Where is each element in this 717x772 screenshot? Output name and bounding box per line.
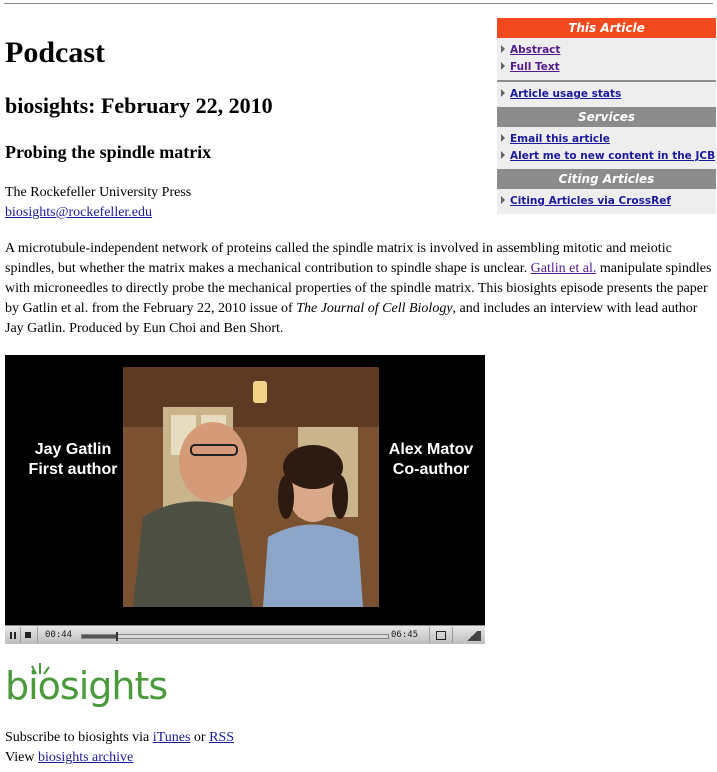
biosights-logo: biosights: [5, 664, 168, 708]
full-text-link[interactable]: Full Text: [510, 61, 560, 73]
services-header: Services: [497, 107, 716, 127]
article-usage-stats-link[interactable]: Article usage stats: [510, 88, 621, 100]
triangle-bullet-icon: [501, 89, 505, 97]
triangle-bullet-icon: [501, 62, 505, 70]
triangle-bullet-icon: [501, 196, 505, 204]
fullscreen-icon[interactable]: [435, 628, 447, 642]
authors-illustration: [123, 367, 379, 607]
stats-list: Article usage stats: [497, 82, 716, 107]
current-time: 00:44: [45, 630, 73, 640]
player-controls: 00:44 06:45: [5, 625, 485, 644]
this-article-header: This Article: [497, 18, 716, 38]
sidebar-item-full-text: Full Text: [501, 59, 716, 76]
sidebar-item-alert: Alert me to new content in the JCB: [501, 148, 716, 165]
subscribe-text: Subscribe to biosights via: [5, 730, 153, 745]
seek-bar[interactable]: [81, 632, 389, 641]
view-text: View: [5, 750, 38, 765]
journal-name: The Journal of Cell Biology: [296, 301, 453, 316]
authors-photo: [123, 367, 379, 607]
subscribe-line: Subscribe to biosights via iTunes or RSS: [5, 728, 234, 748]
co-author-role: Co-author: [392, 461, 470, 478]
episode-date-heading: biosights: February 22, 2010: [5, 93, 273, 118]
control-divider: [37, 627, 38, 643]
publisher-name: The Rockefeller University Press: [5, 185, 192, 200]
video-frame[interactable]: Jay Gatlin First author Alex Matov Co-au…: [5, 355, 485, 625]
fullscreen-box: [436, 631, 446, 640]
seek-progress: [82, 635, 116, 638]
abstract-link[interactable]: Abstract: [510, 44, 560, 56]
first-author-name: Jay Gatlin: [34, 441, 112, 458]
top-rule: [4, 3, 713, 4]
triangle-bullet-icon: [501, 45, 505, 53]
citing-list: Citing Articles via CrossRef: [497, 189, 716, 214]
sidebar-item-crossref: Citing Articles via CrossRef: [501, 193, 716, 210]
page-title: Podcast: [5, 36, 105, 69]
video-player: Jay Gatlin First author Alex Matov Co-au…: [5, 355, 485, 644]
triangle-bullet-icon: [501, 151, 505, 159]
archive-link[interactable]: biosights archive: [38, 750, 133, 765]
first-author-role: First author: [28, 461, 118, 478]
services-list: Email this article Alert me to new conte…: [497, 127, 716, 169]
contact-email-link[interactable]: biosights@rockefeller.edu: [5, 205, 152, 220]
control-divider: [20, 627, 21, 643]
itunes-link[interactable]: iTunes: [153, 730, 191, 745]
publisher-block: The Rockefeller University Press biosigh…: [5, 183, 191, 223]
control-divider: [429, 627, 430, 643]
or-text: or: [190, 730, 210, 745]
volume-level: [463, 631, 481, 641]
seek-handle[interactable]: [116, 632, 118, 641]
archive-line: View biosights archive: [5, 748, 234, 768]
sidebar-item-usage-stats: Article usage stats: [501, 86, 716, 103]
abstract-paragraph: A microtubule-independent network of pro…: [5, 239, 717, 339]
stop-square: [25, 632, 31, 638]
control-divider: [452, 627, 453, 643]
volume-icon[interactable]: [457, 628, 481, 642]
sidebar-item-abstract: Abstract: [501, 42, 716, 59]
article-title: Probing the spindle matrix: [5, 142, 212, 162]
triangle-bullet-icon: [501, 134, 505, 142]
article-sidebar: This Article Abstract Full Text Article …: [497, 18, 716, 214]
total-time: 06:45: [391, 630, 419, 640]
co-author-name: Alex Matov: [388, 441, 474, 458]
gatlin-et-al-link[interactable]: Gatlin et al.: [531, 261, 597, 276]
this-article-list: Abstract Full Text: [497, 38, 716, 80]
sidebar-item-email: Email this article: [501, 131, 716, 148]
crossref-citing-link[interactable]: Citing Articles via CrossRef: [510, 195, 671, 207]
citing-articles-header: Citing Articles: [497, 169, 716, 189]
co-author-caption: Alex Matov Co-author: [381, 440, 481, 480]
alert-new-content-link[interactable]: Alert me to new content in the JCB: [510, 150, 715, 162]
first-author-caption: Jay Gatlin First author: [25, 440, 121, 480]
stop-icon[interactable]: [23, 628, 33, 642]
pause-icon[interactable]: [8, 628, 18, 642]
footer-links: Subscribe to biosights via iTunes or RSS…: [5, 728, 234, 768]
email-article-link[interactable]: Email this article: [510, 133, 610, 145]
rss-link[interactable]: RSS: [209, 730, 234, 745]
